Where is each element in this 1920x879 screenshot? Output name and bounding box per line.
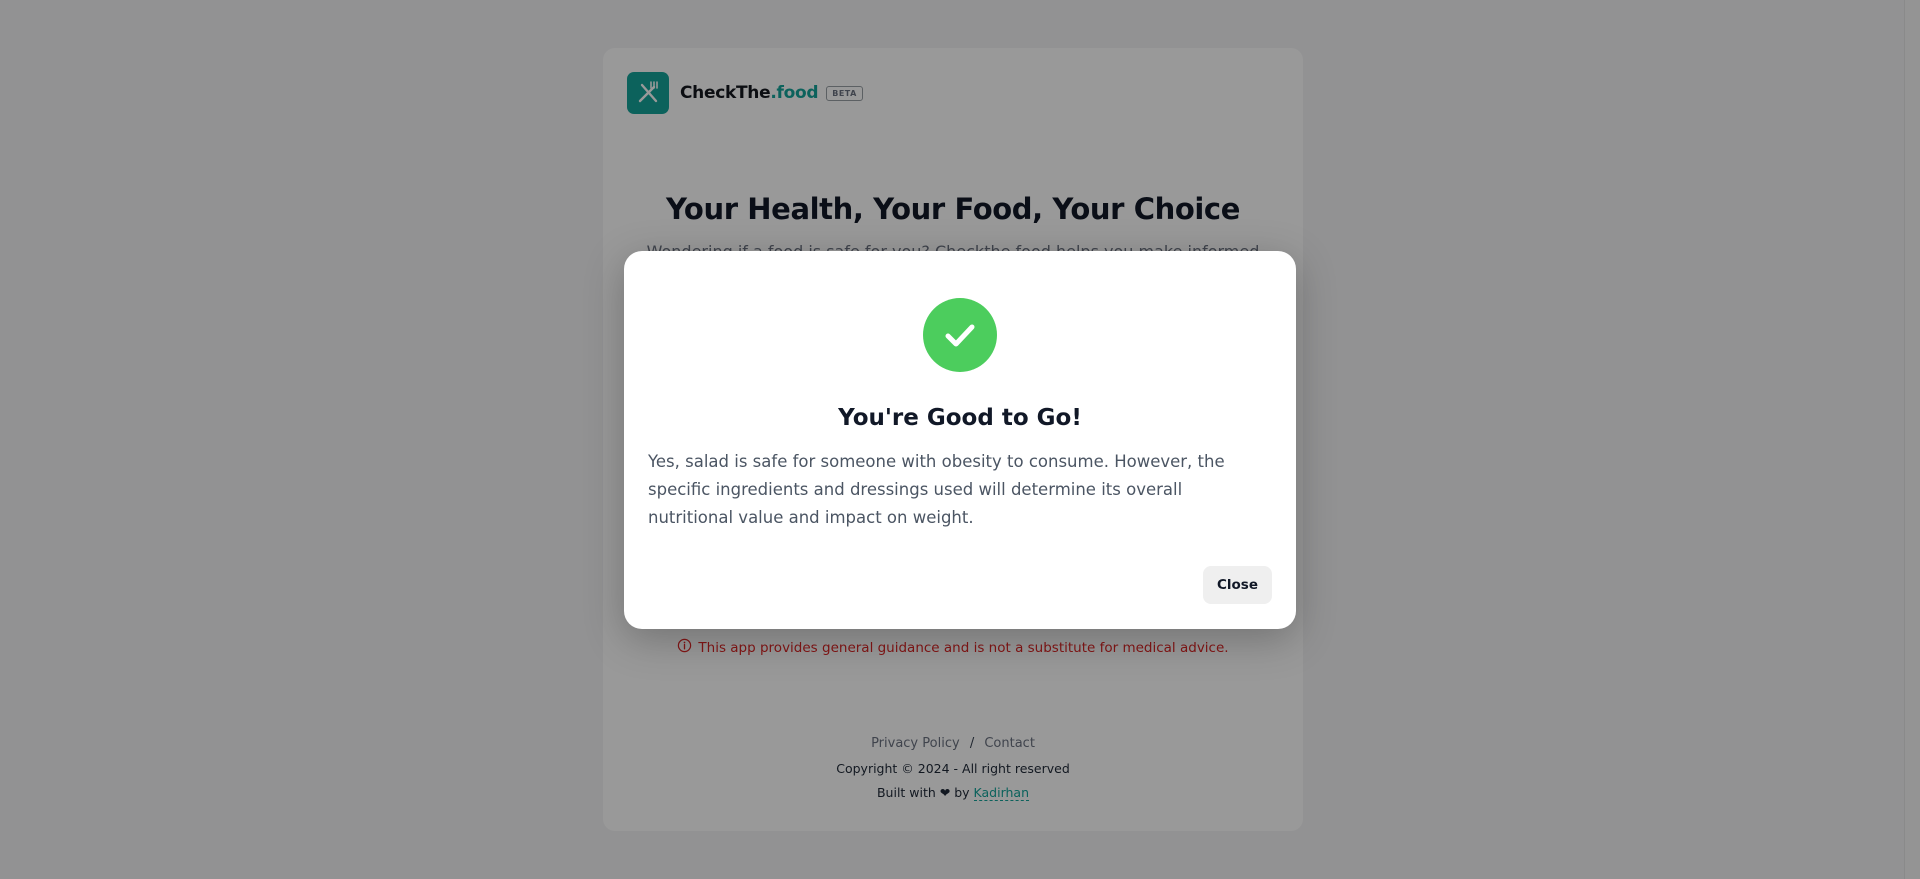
modal-title: You're Good to Go! <box>838 405 1082 431</box>
checkmark-icon <box>923 298 997 372</box>
result-modal: You're Good to Go! Yes, salad is safe fo… <box>624 251 1296 629</box>
modal-message: Yes, salad is safe for someone with obes… <box>648 452 1225 527</box>
close-button[interactable]: Close <box>1203 566 1272 604</box>
